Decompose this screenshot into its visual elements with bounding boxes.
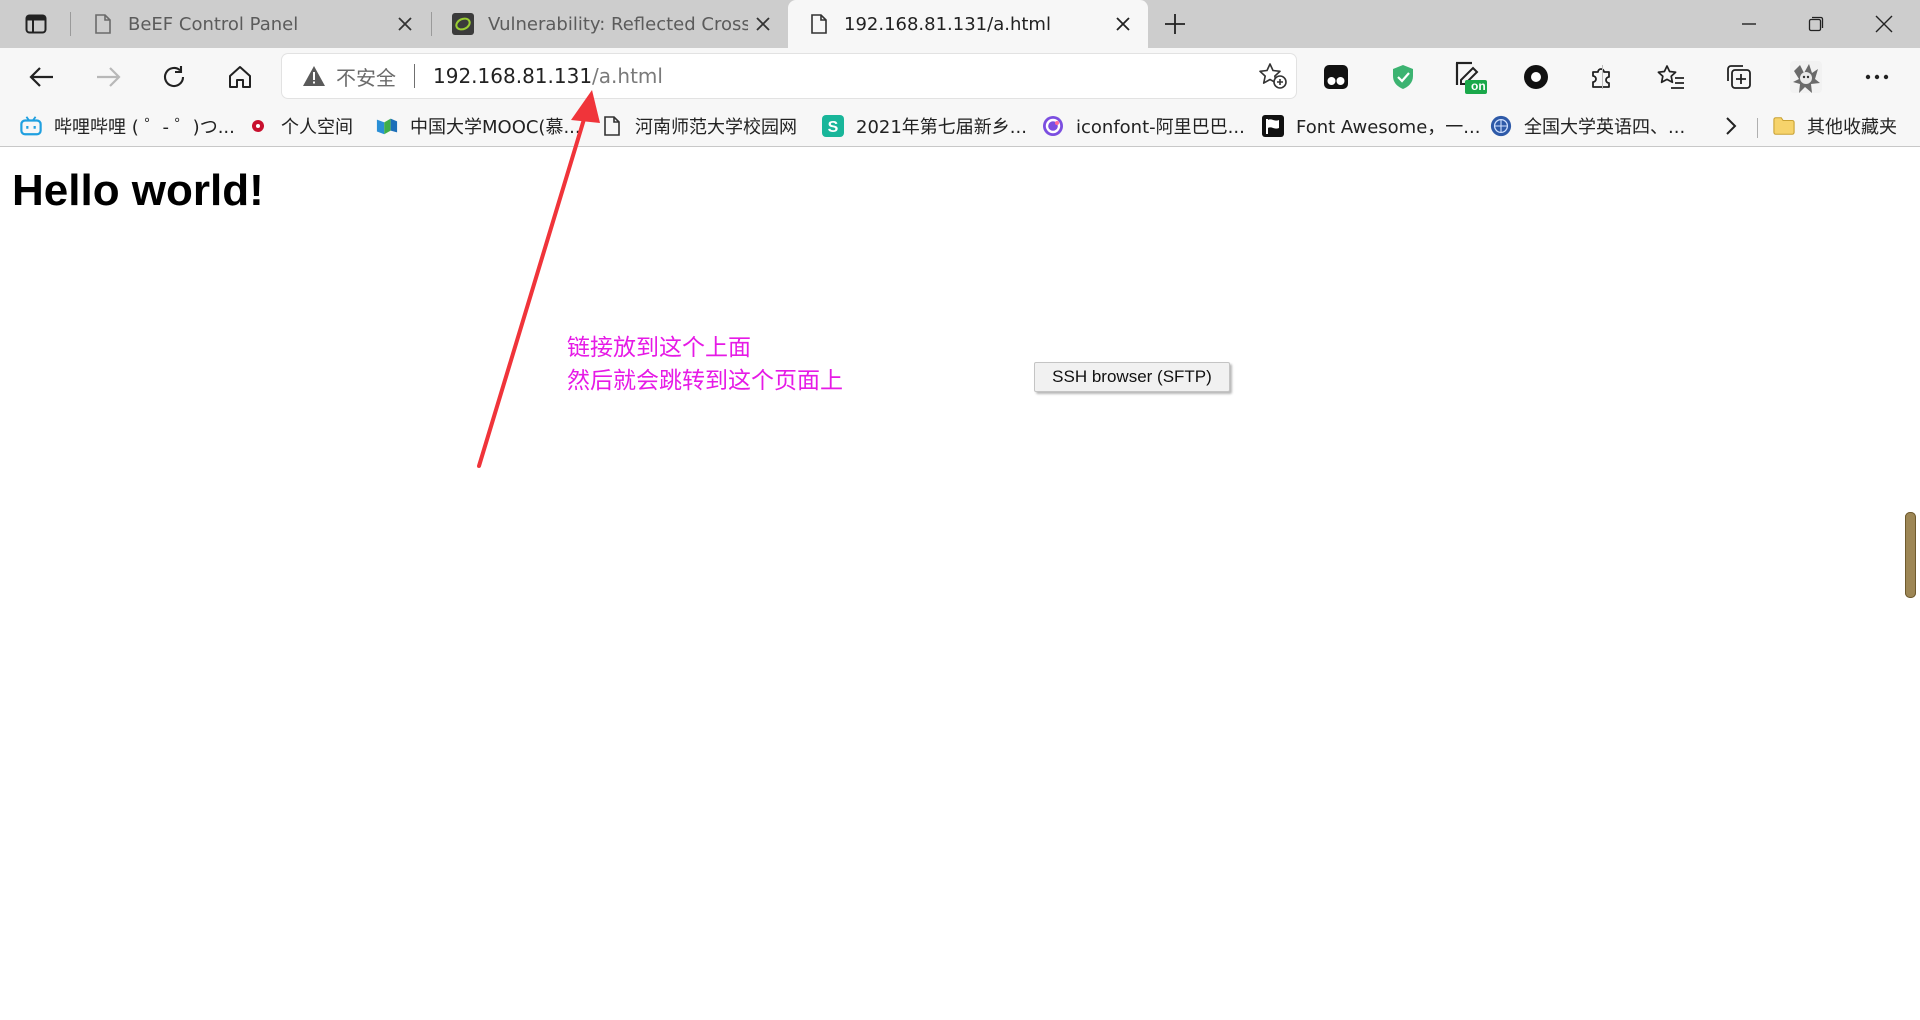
bookmarks-separator [1757, 118, 1758, 138]
address-bar[interactable]: 不安全 192.168.81.131/a.html [282, 54, 1296, 98]
security-label[interactable]: 不安全 [336, 62, 396, 91]
tab-actions-button[interactable] [18, 10, 54, 38]
page-content: Hello world! SSH browser (SFTP) 链接放到这个上面… [0, 147, 1920, 1020]
annotation-note: 链接放到这个上面 然后就会跳转到这个页面上 [567, 332, 843, 398]
tab-title: BeEF Control Panel [128, 13, 299, 35]
bookmark-label: Font Awesome，一... [1296, 117, 1481, 138]
tab-title: 192.168.81.131/a.html [844, 13, 1051, 35]
bookmark-iconfont[interactable]: iconfont-阿里巴巴... [1042, 112, 1245, 140]
bookmark-xinxiang[interactable]: S 2021年第七届新乡... [822, 112, 1027, 140]
bookmark-label: 中国大学MOOC(慕... [410, 117, 581, 138]
tab-dvwa-xss[interactable]: Vulnerability: Reflected Cross Site Scri… [432, 0, 788, 48]
record-icon [1524, 65, 1548, 89]
warning-icon[interactable] [302, 64, 326, 88]
bookmark-personal-space[interactable]: 个人空间 [247, 112, 353, 140]
ball-icon [247, 115, 269, 137]
mooc-icon [376, 115, 398, 137]
close-icon[interactable] [748, 9, 778, 39]
menu-button[interactable] [1858, 58, 1896, 96]
extension-shield[interactable] [1384, 58, 1422, 96]
collections-icon [1727, 65, 1751, 89]
bookmark-label: iconfont-阿里巴巴... [1076, 117, 1245, 138]
globe-icon [1490, 115, 1512, 137]
s-icon: S [822, 115, 844, 137]
favorites-list-icon [1657, 65, 1684, 89]
add-favorite-button[interactable] [1258, 62, 1288, 90]
tab-a-html[interactable]: 192.168.81.131/a.html [788, 0, 1148, 48]
bookmark-label: 河南师范大学校园网 [635, 117, 797, 138]
favorites-button[interactable] [1652, 58, 1690, 96]
annotation-line: 链接放到这个上面 [567, 335, 751, 361]
shield-icon [1393, 65, 1413, 89]
page-icon [808, 13, 830, 35]
home-icon [229, 66, 251, 88]
tab-beef[interactable]: BeEF Control Panel [72, 0, 430, 48]
avatar [1790, 61, 1822, 93]
page-icon [601, 115, 623, 137]
restore-icon [1808, 16, 1824, 32]
flag-icon [1262, 115, 1284, 137]
extension-badge: on [1471, 79, 1486, 93]
restore-button[interactable] [1783, 0, 1849, 48]
close-icon [1875, 15, 1893, 33]
chevron-right-icon [1726, 117, 1737, 135]
extension-record[interactable] [1517, 58, 1555, 96]
forward-button[interactable] [87, 56, 129, 98]
star-plus-icon [1259, 63, 1287, 89]
refresh-button[interactable] [153, 56, 195, 98]
toolbar-separator [1602, 65, 1603, 89]
bookmark-cet[interactable]: 全国大学英语四、... [1490, 112, 1685, 140]
bookmark-label: 哔哩哔哩 ( ゜- ゜)つ... [54, 117, 235, 138]
page-icon [92, 13, 114, 35]
page-heading: Hello world! [12, 166, 264, 215]
tab-bar: BeEF Control Panel Vulnerability: Reflec… [0, 0, 1920, 48]
bookmarks-overflow-button[interactable] [1716, 112, 1746, 140]
svg-text:S: S [828, 119, 839, 136]
iconfont-icon [1042, 115, 1064, 137]
refresh-icon [164, 66, 185, 88]
scrollbar-thumb[interactable] [1905, 512, 1916, 598]
new-tab-button[interactable] [1158, 8, 1192, 40]
url-host[interactable]: 192.168.81.131 [433, 64, 592, 88]
address-separator [414, 64, 415, 88]
close-window-button[interactable] [1851, 0, 1917, 48]
bookmark-campus-network[interactable]: 河南师范大学校园网 [601, 112, 797, 140]
bookmark-label: 2021年第七届新乡... [856, 117, 1027, 138]
back-arrow-icon [29, 67, 53, 87]
bookmark-font-awesome[interactable]: Font Awesome，一... [1262, 112, 1480, 140]
ssh-browser-button[interactable]: SSH browser (SFTP) [1034, 362, 1230, 392]
plus-icon [1165, 14, 1185, 34]
close-icon[interactable] [390, 9, 420, 39]
close-icon[interactable] [1108, 9, 1138, 39]
extension-tampermonkey[interactable] [1317, 58, 1355, 96]
browser-toolbar: 不安全 192.168.81.131/a.html on [0, 48, 1920, 106]
dvwa-icon [452, 13, 474, 35]
more-icon [1865, 74, 1889, 80]
bookmarks-bar: 哔哩哔哩 ( ゜- ゜)つ... 个人空间 中国大学MOOC(慕... 河南师范… [0, 106, 1920, 147]
url-path[interactable]: /a.html [592, 64, 663, 88]
collections-button[interactable] [1720, 58, 1758, 96]
minimize-button[interactable] [1716, 0, 1782, 48]
bookmark-label: 其他收藏夹 [1807, 117, 1897, 138]
bookmark-mooc[interactable]: 中国大学MOOC(慕... [376, 112, 581, 140]
sidebar-icon [25, 14, 47, 34]
bookmark-label: 全国大学英语四、... [1524, 117, 1686, 138]
home-button[interactable] [219, 56, 261, 98]
bookmark-label: 个人空间 [281, 117, 353, 138]
forward-arrow-icon [97, 67, 121, 87]
bookmark-bilibili[interactable]: 哔哩哔哩 ( ゜- ゜)つ... [20, 112, 235, 140]
extension-on[interactable]: on [1451, 58, 1489, 96]
minimize-icon [1742, 23, 1756, 25]
folder-icon [1773, 115, 1795, 137]
back-button[interactable] [21, 56, 63, 98]
profile-button[interactable] [1787, 58, 1825, 96]
tampermonkey-icon [1324, 65, 1348, 89]
tab-separator [70, 12, 71, 36]
annotation-line: 然后就会跳转到这个页面上 [567, 368, 843, 394]
bilibili-icon [20, 115, 42, 137]
other-favorites[interactable]: 其他收藏夹 [1773, 112, 1897, 140]
tab-title: Vulnerability: Reflected Cross Site Scri… [488, 13, 748, 35]
